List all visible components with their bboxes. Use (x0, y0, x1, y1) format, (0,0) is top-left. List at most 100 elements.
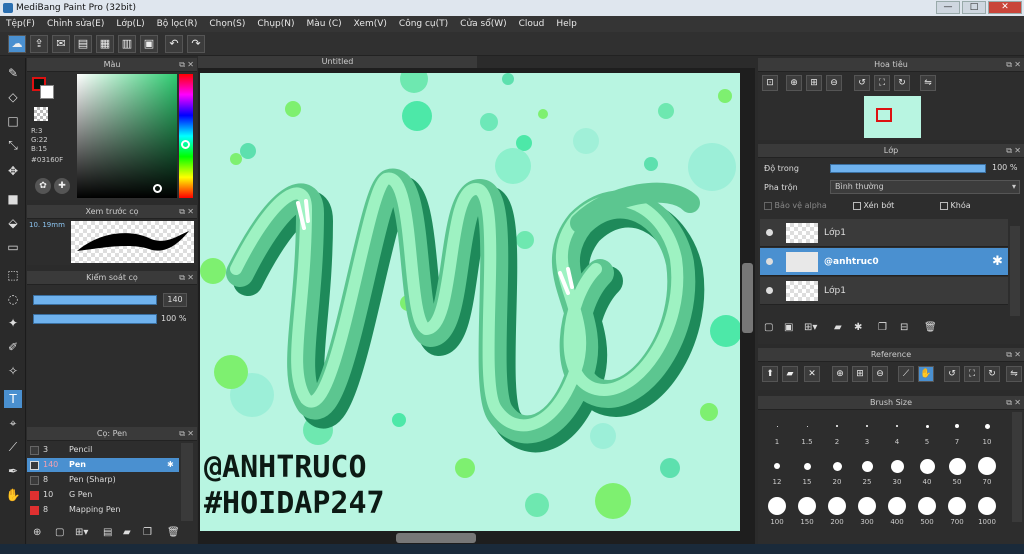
brush-size-option[interactable]: 700 (942, 494, 972, 526)
brush-size-option[interactable]: 400 (882, 494, 912, 526)
brush-size-option[interactable]: 1000 (972, 494, 1002, 526)
brush-size-value[interactable]: 140 (163, 293, 187, 307)
visibility-icon[interactable] (766, 287, 773, 294)
clipping-checkbox[interactable] (853, 201, 861, 210)
brush-size-slider[interactable] (33, 295, 157, 305)
close-panel-icon[interactable]: ✕ (1014, 144, 1021, 158)
hue-slider-handle[interactable] (181, 140, 190, 149)
lasso-icon[interactable]: ◌ (4, 290, 22, 308)
duplicate-layer-icon[interactable]: ❐ (878, 322, 887, 333)
close-panel-icon[interactable]: ✕ (1014, 348, 1021, 362)
rectangle-tool-icon[interactable]: □ (4, 112, 22, 130)
dotted-line-tool-icon[interactable]: ⤡ (4, 136, 22, 154)
magic-wand-icon[interactable]: ✦ (4, 314, 22, 332)
reference-zoom-out-icon[interactable]: ⊖ (872, 366, 888, 382)
close-panel-icon[interactable]: ✕ (1014, 396, 1021, 410)
brush-size-option[interactable]: 300 (852, 494, 882, 526)
lock-option[interactable]: Khóa (940, 201, 971, 210)
operation-tool-icon[interactable]: ⌖ (4, 414, 22, 432)
transparent-color-swatch[interactable] (34, 107, 48, 121)
text-tool-icon[interactable]: T (4, 390, 22, 408)
sv-picker-handle[interactable] (153, 184, 162, 193)
reference-hand-icon[interactable]: ✋ (918, 366, 934, 382)
zoom-actual-icon[interactable]: ⊞ (806, 75, 822, 91)
gear-icon[interactable]: ✱ (167, 458, 174, 472)
document-icon[interactable]: ▦ (96, 35, 114, 53)
close-button[interactable]: ✕ (988, 1, 1022, 14)
vertical-scrollbar[interactable] (741, 73, 754, 531)
add-layer-dropdown-icon[interactable]: ⊞▾ (804, 322, 817, 333)
horizontal-scrollbar[interactable] (200, 532, 740, 544)
flip-icon[interactable]: ⇋ (920, 75, 936, 91)
brush-size-option[interactable]: 3 (852, 414, 882, 446)
brush-item[interactable]: 10 G Pen (27, 488, 179, 502)
reference-open-icon[interactable]: ▰ (782, 366, 798, 382)
brush-folder-open-icon[interactable]: ▰ (123, 527, 131, 538)
redo-icon[interactable]: ↷ (187, 35, 205, 53)
menu-tools[interactable]: Công cụ(T) (393, 16, 454, 32)
menu-help[interactable]: Help (550, 16, 583, 32)
brush-folder-icon[interactable]: ▤ (103, 527, 112, 538)
brush-size-option[interactable]: 12 (762, 454, 792, 486)
clipping-option[interactable]: Xén bớt (853, 201, 894, 210)
visibility-icon[interactable] (766, 229, 773, 236)
grid-icon[interactable]: ▥ (118, 35, 136, 53)
popout-icon[interactable]: ⧉ (1006, 58, 1012, 72)
layer-row[interactable]: Lớp1 (760, 219, 1008, 247)
navigator-thumbnail[interactable] (864, 96, 921, 138)
menu-edit[interactable]: Chỉnh sửa(E) (41, 16, 110, 32)
popout-icon[interactable]: ⧉ (179, 58, 185, 72)
brush-size-option[interactable]: 200 (822, 494, 852, 526)
visibility-icon[interactable] (766, 258, 773, 265)
cloud-icon[interactable]: ☁ (8, 35, 26, 53)
layer-folder-icon[interactable]: ▰ (834, 322, 842, 333)
brush-item[interactable]: 8 Pen (Sharp) (27, 473, 179, 487)
brush-size-option[interactable]: 30 (882, 454, 912, 486)
brush-tool-icon[interactable]: ✎ (4, 64, 22, 82)
brush-size-option[interactable]: 7 (942, 414, 972, 446)
brush-item-selected[interactable]: 140 Pen ✱ (27, 458, 179, 472)
navigator-viewport[interactable] (876, 108, 892, 122)
palette-add-icon[interactable]: ✚ (54, 178, 70, 194)
reference-close-icon[interactable]: ✕ (804, 366, 820, 382)
brush-size-option[interactable]: 150 (792, 494, 822, 526)
rotate-left-icon[interactable]: ↺ (854, 75, 870, 91)
brush-size-option[interactable]: 500 (912, 494, 942, 526)
gear-icon[interactable]: ✱ (992, 254, 1003, 269)
menu-select[interactable]: Chọn(S) (203, 16, 251, 32)
secondary-color-swatch[interactable] (40, 85, 54, 99)
brush-size-option[interactable]: 10 (972, 414, 1002, 446)
brush-size-option[interactable]: 2 (822, 414, 852, 446)
layer-row-selected[interactable]: @anhtruc0 ✱ (760, 248, 1008, 276)
fit-screen-icon[interactable]: ⛶ (874, 75, 890, 91)
gradient-tool-icon[interactable]: ▭ (4, 238, 22, 256)
brush-item[interactable]: 8 Mapping Pen (27, 503, 179, 517)
popout-icon[interactable]: ⧉ (179, 205, 185, 219)
export-icon[interactable]: ⇪ (30, 35, 48, 53)
new-layer-icon[interactable]: ▢ (764, 322, 773, 333)
popout-icon[interactable]: ⧉ (1006, 144, 1012, 158)
reference-fit-icon[interactable]: ⊞ (852, 366, 868, 382)
fill-rect-tool-icon[interactable]: ■ (4, 190, 22, 208)
popout-icon[interactable]: ⧉ (179, 427, 185, 441)
reference-dropper-icon[interactable]: ⟋ (898, 366, 914, 382)
brush-add-icon[interactable]: ⊕ (33, 527, 41, 538)
undo-icon[interactable]: ↶ (165, 35, 183, 53)
horizontal-scroll-thumb[interactable] (396, 533, 476, 543)
close-panel-icon[interactable]: ✕ (1014, 58, 1021, 72)
vertical-scroll-thumb[interactable] (742, 263, 753, 333)
brush-item[interactable]: 3 Pencil (27, 443, 179, 457)
merge-layer-icon[interactable]: ⊟ (900, 322, 908, 333)
menu-color[interactable]: Màu (C) (301, 16, 348, 32)
palette-icon[interactable]: ✿ (35, 178, 51, 194)
brush-size-option[interactable]: 100 (762, 494, 792, 526)
document-tab[interactable]: Untitled (198, 56, 477, 68)
trash-icon[interactable]: 🗑 (167, 527, 180, 538)
brush-dropdown-icon[interactable]: ⊞▾ (75, 527, 88, 538)
brush-size-option[interactable]: 15 (792, 454, 822, 486)
eyedropper-icon[interactable]: ✒ (4, 462, 22, 480)
brush-size-option[interactable]: 1.5 (792, 414, 822, 446)
lock-checkbox[interactable] (940, 201, 948, 210)
close-panel-icon[interactable]: ✕ (187, 205, 194, 219)
brush-size-option[interactable]: 50 (942, 454, 972, 486)
